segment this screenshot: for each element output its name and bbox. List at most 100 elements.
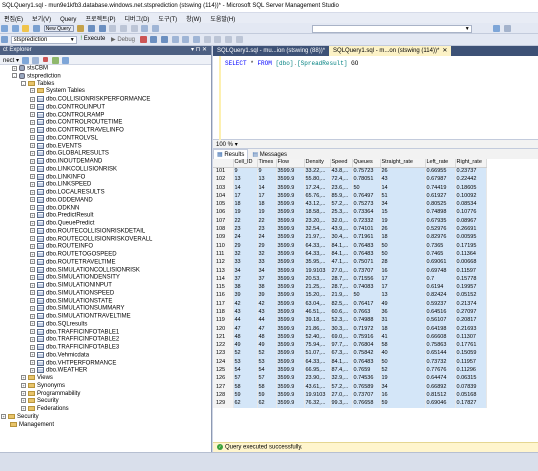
- tree-node[interactable]: + dbo.ROUTETOGOSPEED: [0, 251, 211, 259]
- table-cell[interactable]: 3599.9: [276, 250, 305, 259]
- table-cell[interactable]: 17: [380, 283, 426, 292]
- table-cell[interactable]: 19.9103: [304, 266, 331, 276]
- table-cell[interactable]: 0.82424: [425, 291, 456, 301]
- table-cell[interactable]: 0.73732: [425, 358, 456, 367]
- table-cell[interactable]: 15: [380, 208, 426, 218]
- column-header[interactable]: Times: [257, 159, 277, 168]
- table-cell[interactable]: 32: [257, 250, 277, 259]
- table-cell[interactable]: 47: [233, 324, 258, 334]
- table-cell[interactable]: 0.17827: [455, 399, 487, 408]
- table-cell[interactable]: 19.9103: [304, 391, 331, 400]
- table-cell[interactable]: 0.74101: [352, 225, 381, 234]
- table-cell[interactable]: 3599.9: [276, 175, 305, 184]
- table-cell[interactable]: 34: [380, 383, 426, 392]
- expand-icon[interactable]: +: [30, 243, 35, 249]
- table-cell[interactable]: 3599.9: [276, 200, 305, 209]
- row-number[interactable]: 128: [213, 391, 234, 400]
- expand-icon[interactable]: +: [30, 352, 35, 358]
- table-cell[interactable]: 0.76497: [352, 192, 381, 201]
- table-row[interactable]: 105 18 18 3599.9 43.12,... 57.2,... 0.75273 34 0…: [213, 200, 487, 209]
- table-cell[interactable]: 0.11364: [455, 250, 487, 259]
- column-header[interactable]: Density: [304, 159, 331, 168]
- table-cell[interactable]: 63.04,...: [304, 300, 331, 309]
- column-header[interactable]: Flow: [276, 159, 305, 168]
- table-cell[interactable]: 3599.9: [276, 241, 305, 251]
- table-cell[interactable]: 46.51,...: [304, 308, 331, 317]
- execute-button[interactable]: ! Execute: [78, 36, 107, 42]
- row-number[interactable]: 111: [213, 250, 234, 259]
- table-cell[interactable]: 0.05152: [455, 291, 487, 301]
- table-cell[interactable]: 72.4,...: [330, 175, 353, 184]
- table-row[interactable]: 102 13 13 3599.9 55.80,... 72.4,... 0.78051 43 0…: [213, 175, 487, 184]
- table-row[interactable]: 108 23 23 3599.9 32.54,... 43.9,... 0.74101 26 0…: [213, 225, 487, 234]
- tree-node[interactable]: + dbo.PredictResult: [0, 212, 211, 220]
- table-cell[interactable]: 3599.9: [276, 275, 305, 284]
- expand-icon[interactable]: +: [30, 290, 35, 296]
- table-cell[interactable]: 33: [233, 258, 258, 267]
- table-cell[interactable]: 59: [380, 399, 426, 408]
- row-number[interactable]: 102: [213, 175, 234, 184]
- expand-icon[interactable]: +: [30, 274, 35, 280]
- tree-node[interactable]: + dbo.TRAFFICINFOTABLE2: [0, 336, 211, 344]
- stop-icon[interactable]: [139, 36, 147, 43]
- table-cell[interactable]: 0.15059: [455, 349, 487, 359]
- table-cell[interactable]: 13: [257, 175, 277, 184]
- tree-node[interactable]: + Programmability: [0, 390, 211, 399]
- table-row[interactable]: 116 39 39 3599.9 15.20,... 21.9,... 50 13 0.8242…: [213, 291, 487, 301]
- table-cell[interactable]: 32: [233, 250, 258, 259]
- expand-icon[interactable]: +: [30, 228, 35, 234]
- table-cell[interactable]: 18: [257, 200, 277, 209]
- table-cell[interactable]: 62: [233, 399, 258, 408]
- uncomment-icon[interactable]: [214, 36, 222, 43]
- connect-dropdown-icon[interactable]: ▾: [16, 58, 19, 64]
- tab-messages[interactable]: ▤ Messages: [248, 149, 292, 159]
- table-cell[interactable]: 43.61,...: [304, 383, 331, 392]
- table-cell[interactable]: 0.10092: [455, 192, 487, 201]
- table-cell[interactable]: 0.10776: [455, 208, 487, 218]
- row-number[interactable]: 104: [213, 192, 234, 201]
- table-cell[interactable]: 0.78051: [352, 175, 381, 184]
- expand-icon[interactable]: +: [30, 119, 35, 125]
- row-number[interactable]: 120: [213, 324, 234, 334]
- tree-node[interactable]: + dbo.ROUTEINFO: [0, 243, 211, 251]
- table-cell[interactable]: 52: [233, 349, 258, 359]
- table-cell[interactable]: 57.2,...: [330, 200, 353, 209]
- table-cell[interactable]: 39: [233, 291, 258, 301]
- row-number[interactable]: 117: [213, 300, 234, 309]
- table-cell[interactable]: 0.76417: [352, 300, 381, 309]
- collapse-icon[interactable]: -: [12, 73, 17, 79]
- zoom-dropdown-icon[interactable]: ▾: [235, 142, 238, 148]
- table-row[interactable]: 128 59 59 3599.9 19.9103 27.0,... 0.73707 16 0.8…: [213, 391, 487, 400]
- tree-node[interactable]: + dbo.ODDEMAND: [0, 196, 211, 205]
- table-row[interactable]: 109 24 24 3599.9 21.97,... 30.4,... 0.71961 18 0…: [213, 233, 487, 242]
- table-cell[interactable]: 0.61927: [425, 192, 456, 201]
- table-cell[interactable]: 28.7,...: [330, 275, 353, 284]
- table-cell[interactable]: 58: [257, 383, 277, 392]
- row-number[interactable]: 110: [213, 241, 234, 251]
- undo-icon[interactable]: [141, 25, 149, 32]
- table-cell[interactable]: 3599.9: [276, 208, 305, 218]
- table-cell[interactable]: 52.3,...: [330, 316, 353, 325]
- table-cell[interactable]: 21.25,...: [304, 283, 331, 292]
- tree-node[interactable]: + dbo.COLLISIONRISKPERFORMANCE: [0, 96, 211, 104]
- table-cell[interactable]: 32.54,...: [304, 225, 331, 234]
- table-cell[interactable]: 0.76483: [352, 250, 381, 259]
- table-cell[interactable]: 0.66955: [425, 167, 456, 176]
- tree-node[interactable]: + Synonyms: [0, 382, 211, 391]
- table-cell[interactable]: 0.7365: [425, 241, 456, 251]
- forward-icon[interactable]: [11, 25, 19, 32]
- table-row[interactable]: 117 42 42 3599.9 63.04,... 82.5,... 0.76417 49 0…: [213, 300, 487, 309]
- stop-icon[interactable]: [43, 57, 49, 62]
- tree-node[interactable]: + Security: [0, 398, 211, 406]
- table-cell[interactable]: 17: [257, 192, 277, 201]
- table-cell[interactable]: 47.1,...: [330, 258, 353, 267]
- table-cell[interactable]: 0.71556: [352, 275, 381, 284]
- results-text-icon[interactable]: [171, 36, 179, 43]
- table-cell[interactable]: 3599.9: [276, 167, 305, 176]
- table-cell[interactable]: 3599.9: [276, 324, 305, 334]
- table-cell[interactable]: 3599.9: [276, 283, 305, 292]
- table-cell[interactable]: 30.3,...: [330, 324, 353, 334]
- column-header[interactable]: Cell_ID: [233, 159, 258, 168]
- save-icon[interactable]: [88, 25, 96, 32]
- table-cell[interactable]: 21.97,...: [304, 233, 331, 242]
